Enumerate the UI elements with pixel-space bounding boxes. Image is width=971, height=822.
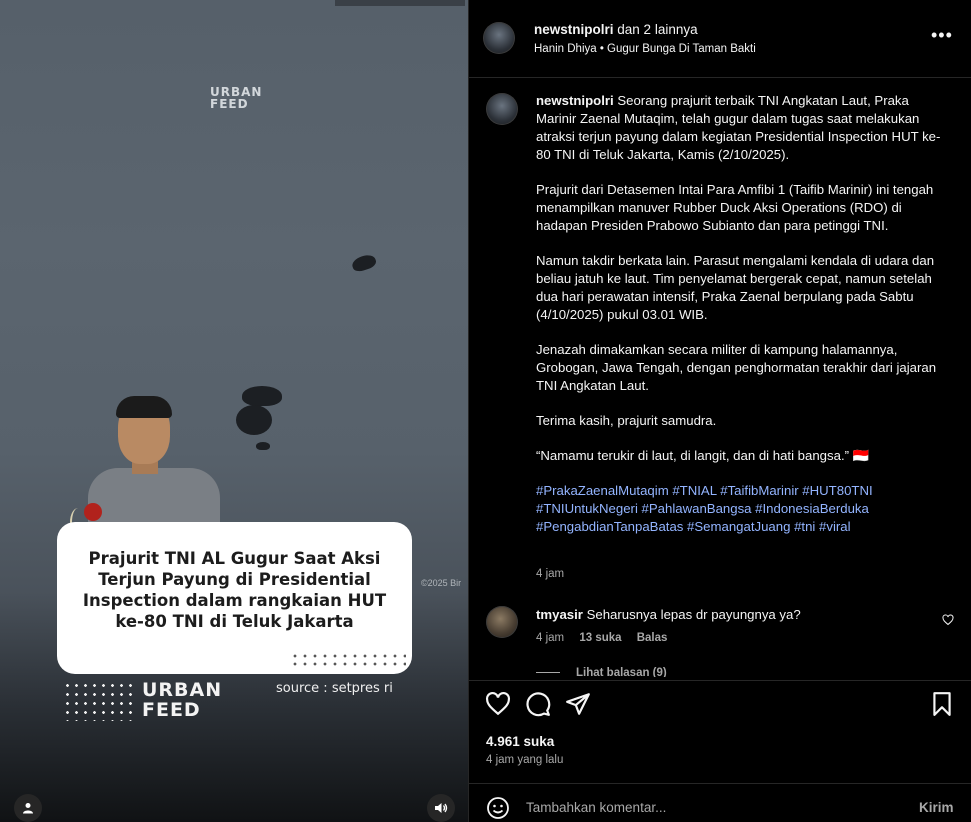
comment-like-heart-icon[interactable] [942,614,954,626]
post-actions-bar: 4.961 suka 4 jam yang lalu [469,680,971,783]
caption-paragraph-5: Terima kasih, prajurit samudra. [536,413,717,428]
comment-bubble-icon[interactable] [525,691,551,717]
account-username[interactable]: newstnipolri [534,22,614,37]
comment-text: Seharusnya lepas dr payungnya ya? [586,607,801,622]
copyright-text: ©2025 Bir [421,578,462,588]
post-age: 4 jam yang lalu [486,754,564,766]
comment-likes[interactable]: 13 suka [579,632,621,644]
speaker-icon [435,803,448,813]
dots-decoration [63,681,135,721]
parachute-large [242,386,282,406]
more-options-icon[interactable]: ••• [931,26,953,44]
post-likes-count[interactable]: 4.961 suka [486,734,554,749]
share-send-icon[interactable] [565,691,591,717]
audio-info[interactable]: Hanin Dhiya • Gugur Bunga Di Taman Bakti [534,43,756,55]
source-text: source : setpres ri [276,681,393,696]
urban-feed-watermark-top: URBAN FEED [210,85,263,111]
post-timestamp: 4 jam [536,568,565,580]
view-replies-link[interactable]: Lihat balasan (9) [536,667,667,677]
post-media[interactable]: URBAN FEED ©2025 Bir Prajurit TNI AL Gug… [0,0,468,822]
sound-toggle-button[interactable] [427,794,455,822]
media-top-strip [335,0,465,6]
caption-paragraph-3: Namun takdir berkata lain. Parasut menga… [536,253,935,322]
parachute-jumper [256,442,270,450]
post-details-panel: newstnipolri dan 2 lainnya Hanin Dhiya •… [468,0,971,822]
account-avatar[interactable] [483,22,515,54]
bookmark-save-icon[interactable] [929,691,955,717]
parachute-small [350,252,378,274]
caption-text: Prajurit TNI AL Gugur Saat Aksi Terjun P… [82,549,387,631]
like-heart-icon[interactable] [485,691,511,717]
commenter-avatar[interactable] [486,606,518,638]
comment-body: tmyasir Seharusnya lepas dr payungnya ya… [536,607,801,622]
commenter-username[interactable]: tmyasir [536,607,583,622]
emoji-icon[interactable] [486,796,510,820]
tagged-users-button[interactable] [14,794,42,822]
comment-time: 4 jam [536,632,565,644]
header-accounts: newstnipolri dan 2 lainnya [534,22,698,37]
red-flower [84,503,102,521]
user-icon [23,803,33,814]
caption-hashtags[interactable]: #PrakaZaenalMutaqim #TNIAL #TaifibMarini… [536,482,948,536]
parachute-large-lower [236,405,272,435]
comment-composer: Tambahkan komentar... Kirim [469,783,971,822]
post-header: newstnipolri dan 2 lainnya Hanin Dhiya •… [469,0,971,78]
collab-accounts[interactable]: dan 2 lainnya [617,22,697,37]
caption-paragraph-6: “Namamu terukir di laut, di langit, dan … [536,448,870,463]
caption-paragraph-4: Jenazah dimakamkan secara militer di kam… [536,342,937,393]
caption-dots-decoration [290,652,406,670]
caption-username[interactable]: newstnipolri [536,93,614,108]
comment-meta: 4 jam 13 suka Balas [536,632,679,644]
caption-paragraph-2: Prajurit dari Detasemen Intai Para Amfib… [536,182,934,233]
post-comment-button[interactable]: Kirim [919,800,954,815]
soldier-portrait [80,396,220,528]
caption-author-avatar[interactable] [486,93,518,125]
comment-input[interactable]: Tambahkan komentar... [526,800,666,815]
comment-reply-button[interactable]: Balas [637,632,668,644]
urban-feed-watermark-bottom: URBAN FEED [142,679,223,721]
post-caption: newstnipolri Seorang prajurit terbaik TN… [536,92,948,553]
